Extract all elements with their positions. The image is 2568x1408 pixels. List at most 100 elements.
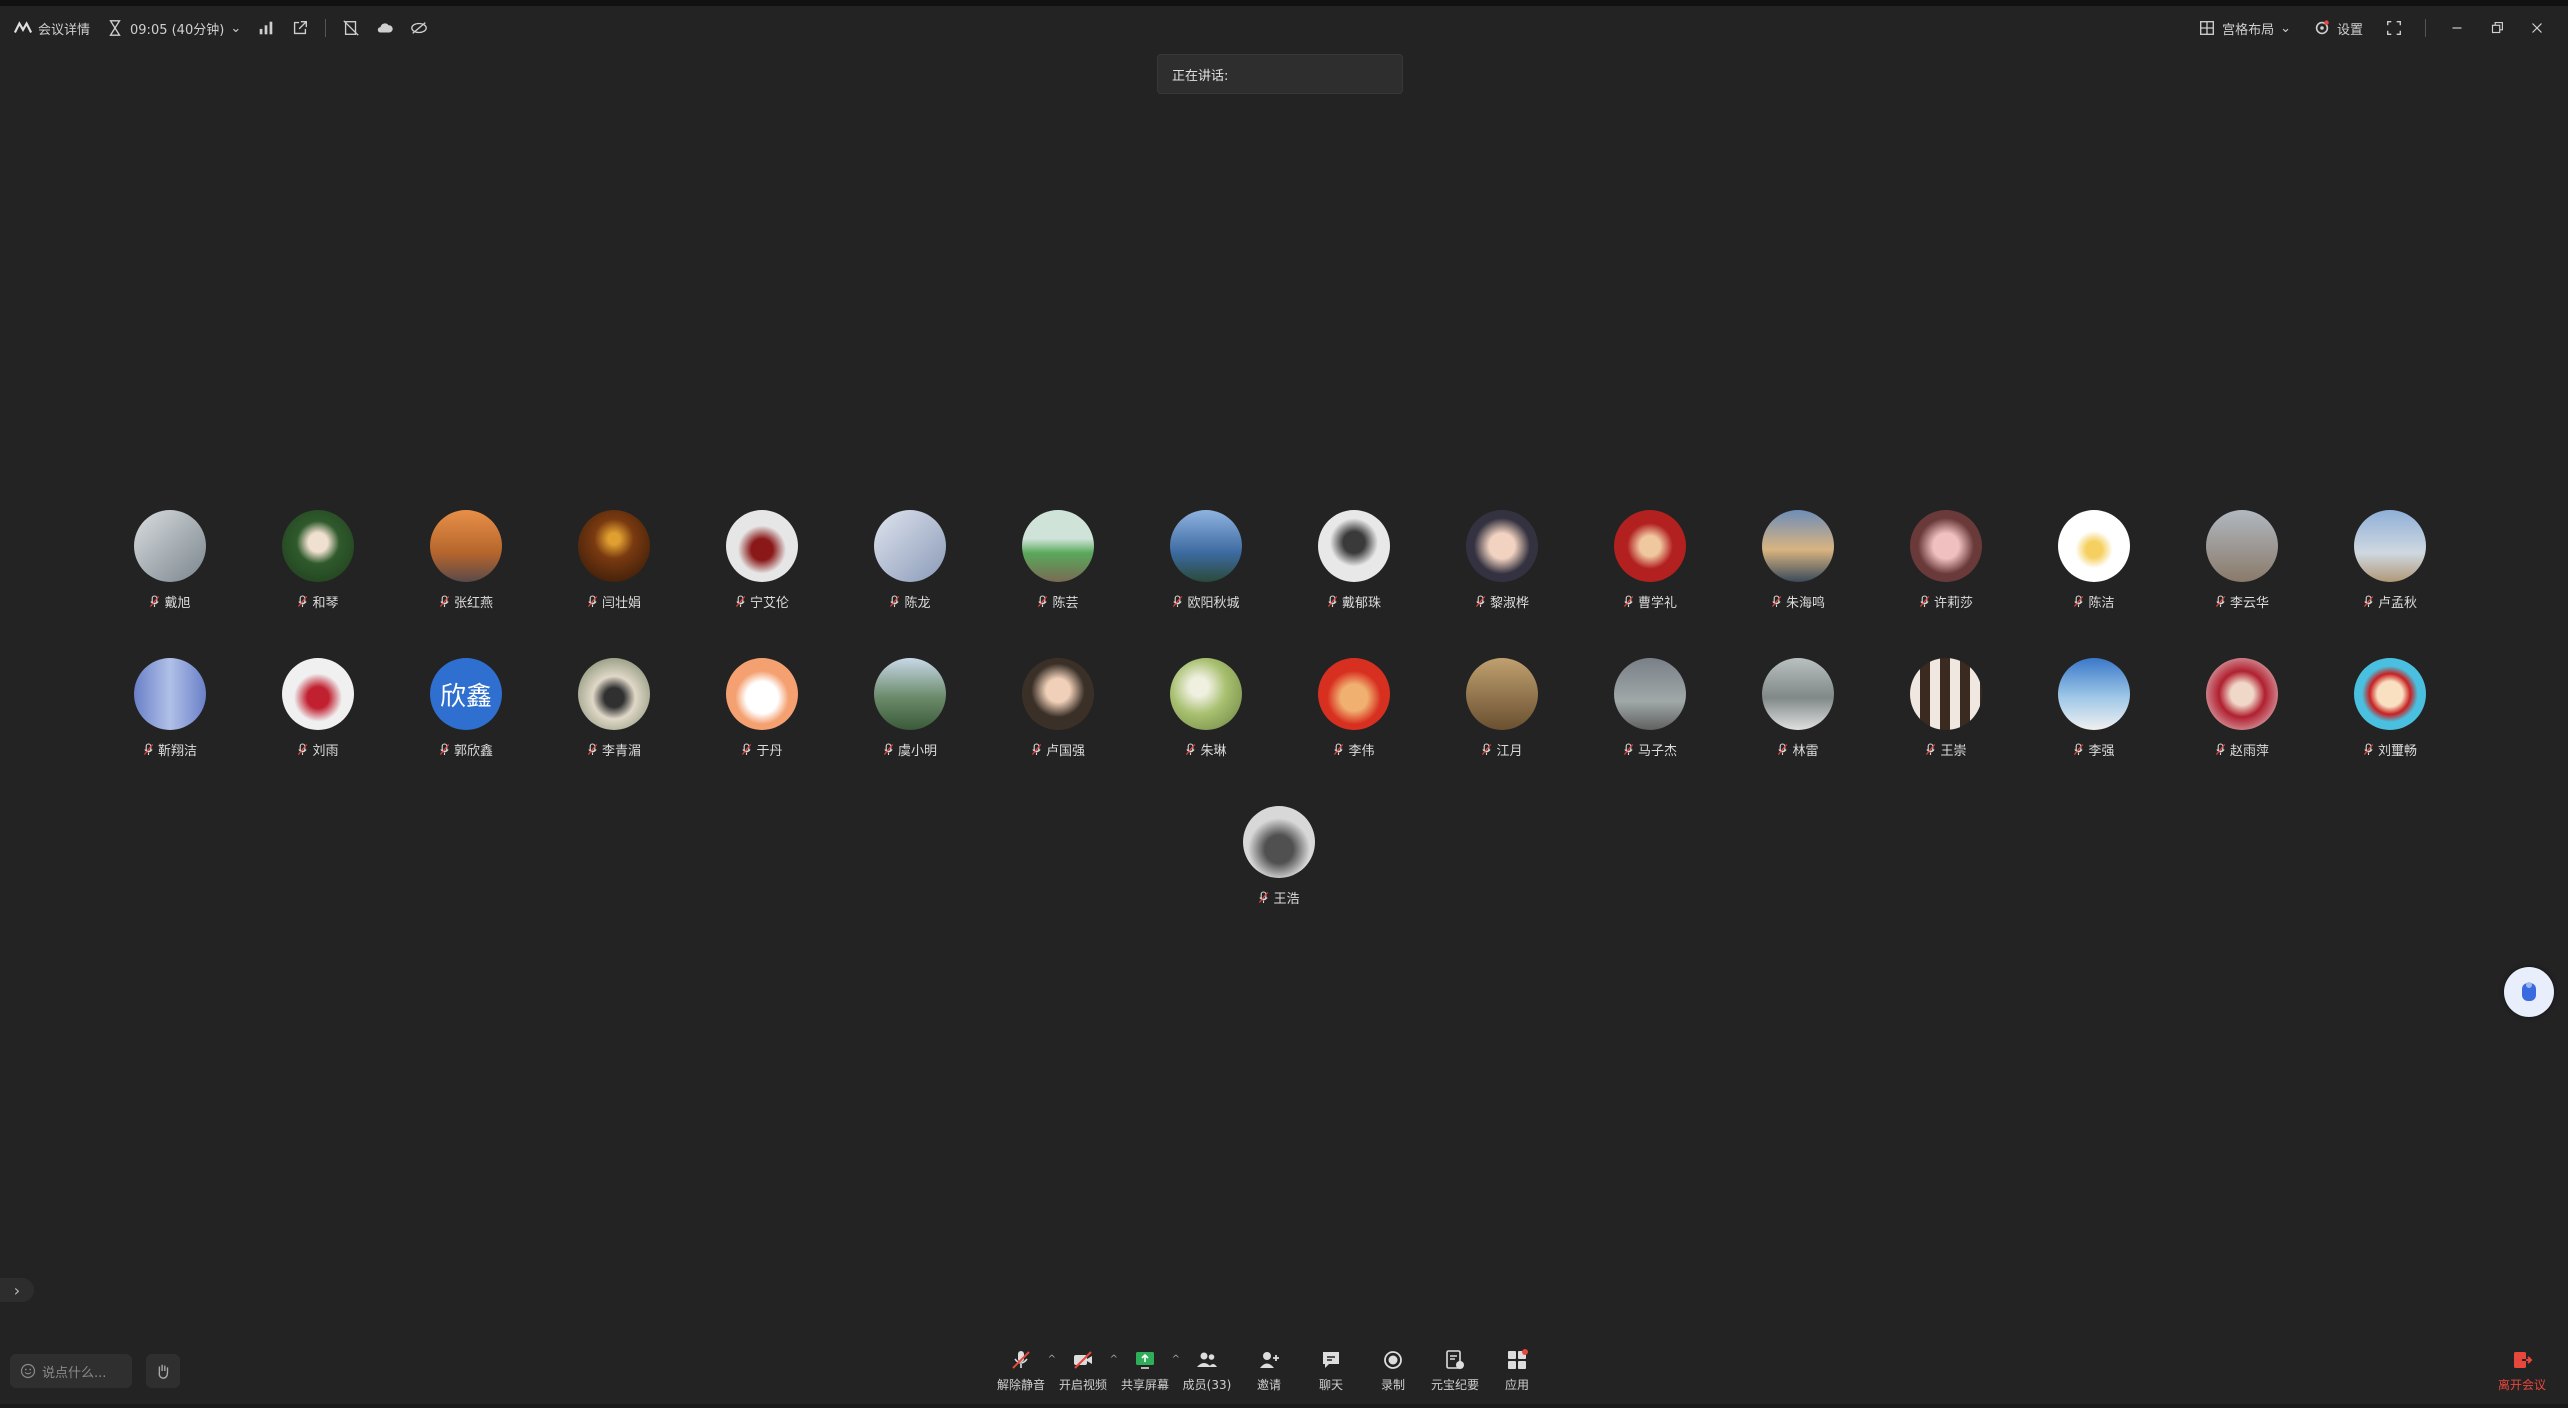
- participant-tile[interactable]: 戴旭: [95, 510, 245, 611]
- toolbar-button-label: 解除静音: [996, 1378, 1045, 1392]
- participant-tile[interactable]: 卢孟秋: [2315, 510, 2465, 611]
- avatar: [1910, 658, 1982, 730]
- hand-icon: [154, 1362, 172, 1380]
- participant-tile[interactable]: 虞小明: [835, 658, 985, 759]
- mic-muted-icon: [2073, 595, 2084, 608]
- mic-muted-icon: [1919, 595, 1930, 608]
- participant-name-row: 刘璽畅: [2315, 740, 2465, 759]
- toolbar-button-video-off[interactable]: 开启视频 ^: [1052, 1348, 1118, 1393]
- side-panel-toggle[interactable]: ›: [0, 1278, 34, 1302]
- avatar: [1466, 510, 1538, 582]
- participant-tile[interactable]: 李青湄: [539, 658, 689, 759]
- participant-tile[interactable]: 闫壮娟: [539, 510, 689, 611]
- toolbar-button-record[interactable]: 录制: [1362, 1348, 1424, 1393]
- participant-name-row: 赵雨萍: [2167, 740, 2317, 759]
- participant-tile[interactable]: 张红燕: [391, 510, 541, 611]
- participant-tile[interactable]: 李强: [2019, 658, 2169, 759]
- mic-muted-icon: [1481, 743, 1492, 756]
- chat-icon: [1319, 1348, 1343, 1372]
- participant-tile[interactable]: 李伟: [1279, 658, 1429, 759]
- participant-name-row: 李青湄: [539, 740, 689, 759]
- toolbar-button-apps[interactable]: 应用: [1486, 1348, 1548, 1393]
- mic-muted-icon: [149, 595, 160, 608]
- record-icon: [1381, 1348, 1405, 1372]
- mic-muted-icon: [1037, 595, 1048, 608]
- participant-name-row: 郭欣鑫: [391, 740, 541, 759]
- assistant-float-button[interactable]: [2504, 967, 2554, 1017]
- participant-name: 欧阳秋城: [1187, 596, 1240, 611]
- participant-tile[interactable]: 靳翔洁: [95, 658, 245, 759]
- participant-tile[interactable]: 林雷: [1723, 658, 1873, 759]
- leave-meeting-button[interactable]: 离开会议: [2498, 1348, 2546, 1393]
- participant-name: 刘雨: [312, 744, 339, 759]
- participant-tile[interactable]: 陈芸: [983, 510, 1133, 611]
- participant-tile[interactable]: 李云华: [2167, 510, 2317, 611]
- emoji-icon: [20, 1363, 36, 1379]
- participant-name-row: 李伟: [1279, 740, 1429, 759]
- participant-tile[interactable]: 欣鑫 郭欣鑫: [391, 658, 541, 759]
- avatar: [874, 658, 946, 730]
- mic-muted-icon: [1031, 743, 1042, 756]
- raise-hand-button[interactable]: [146, 1354, 180, 1388]
- participant-name: 闫壮娟: [601, 596, 641, 611]
- avatar: [726, 510, 798, 582]
- mic-off-icon: [1009, 1348, 1033, 1372]
- participant-tile[interactable]: 陈龙: [835, 510, 985, 611]
- mic-muted-icon: [1771, 595, 1782, 608]
- mic-muted-icon: [2215, 743, 2226, 756]
- participant-tile[interactable]: 赵雨萍: [2167, 658, 2317, 759]
- participant-name: 陈龙: [904, 596, 931, 611]
- participant-name: 李青湄: [601, 744, 641, 759]
- toolbar-button-share-screen[interactable]: 共享屏幕 ^: [1114, 1348, 1180, 1393]
- avatar: [1170, 510, 1242, 582]
- toolbar-button-notes[interactable]: 元宝纪要: [1424, 1348, 1486, 1393]
- participant-name: 王崇: [1940, 744, 1967, 759]
- toolbar-button-invite[interactable]: 邀请: [1238, 1348, 1300, 1393]
- participant-tile[interactable]: 卢国强: [983, 658, 1133, 759]
- participant-tile[interactable]: 曹学礼: [1575, 510, 1725, 611]
- participant-tile[interactable]: 陈洁: [2019, 510, 2169, 611]
- toolbar-button-label: 录制: [1380, 1378, 1405, 1392]
- participant-tile[interactable]: 黎淑桦: [1427, 510, 1577, 611]
- avatar: [1022, 658, 1094, 730]
- participant-tile[interactable]: 马子杰: [1575, 658, 1725, 759]
- participant-name: 张红燕: [453, 596, 493, 611]
- notes-icon: [1443, 1348, 1467, 1372]
- avatar: [1466, 658, 1538, 730]
- toolbar-button-label: 开启视频: [1058, 1378, 1107, 1392]
- participant-tile[interactable]: 王浩: [1204, 806, 1354, 907]
- participant-name-row: 卢孟秋: [2315, 592, 2465, 611]
- mic-muted-icon: [889, 595, 900, 608]
- participant-tile[interactable]: 王崇: [1871, 658, 2021, 759]
- quick-chat-input[interactable]: 说点什么...: [10, 1354, 132, 1388]
- mic-muted-icon: [1475, 595, 1486, 608]
- participant-name-row: 马子杰: [1575, 740, 1725, 759]
- participant-name: 卢孟秋: [2377, 596, 2417, 611]
- participant-tile[interactable]: 刘雨: [243, 658, 393, 759]
- toolbar-button-label: 聊天: [1318, 1378, 1343, 1392]
- participant-tile[interactable]: 朱海鸣: [1723, 510, 1873, 611]
- mic-muted-icon: [297, 595, 308, 608]
- participant-name: 李强: [2088, 744, 2115, 759]
- participant-tile[interactable]: 江月: [1427, 658, 1577, 759]
- avatar-text: 欣鑫: [439, 681, 492, 712]
- participant-name: 卢国强: [1045, 744, 1085, 759]
- toolbar-button-chat[interactable]: 聊天: [1300, 1348, 1362, 1393]
- participant-tile[interactable]: 和琴: [243, 510, 393, 611]
- participant-tile[interactable]: 朱琳: [1131, 658, 1281, 759]
- toolbar-button-mic-off[interactable]: 解除静音 ^: [990, 1348, 1056, 1393]
- mic-muted-icon: [587, 743, 598, 756]
- participant-tile[interactable]: 于丹: [687, 658, 837, 759]
- participant-name-row: 刘雨: [243, 740, 393, 759]
- participant-tile[interactable]: 戴郁珠: [1279, 510, 1429, 611]
- participant-tile[interactable]: 宁艾伦: [687, 510, 837, 611]
- participant-tile[interactable]: 刘璽畅: [2315, 658, 2465, 759]
- participant-tile[interactable]: 欧阳秋城: [1131, 510, 1281, 611]
- avatar: [1318, 658, 1390, 730]
- participant-tile[interactable]: 许莉莎: [1871, 510, 2021, 611]
- participant-name-row: 虞小明: [835, 740, 985, 759]
- participant-name-row: 卢国强: [983, 740, 1133, 759]
- toolbar-button-members[interactable]: 成员(33): [1176, 1348, 1238, 1393]
- participant-name: 马子杰: [1637, 744, 1677, 759]
- participant-name-row: 李强: [2019, 740, 2169, 759]
